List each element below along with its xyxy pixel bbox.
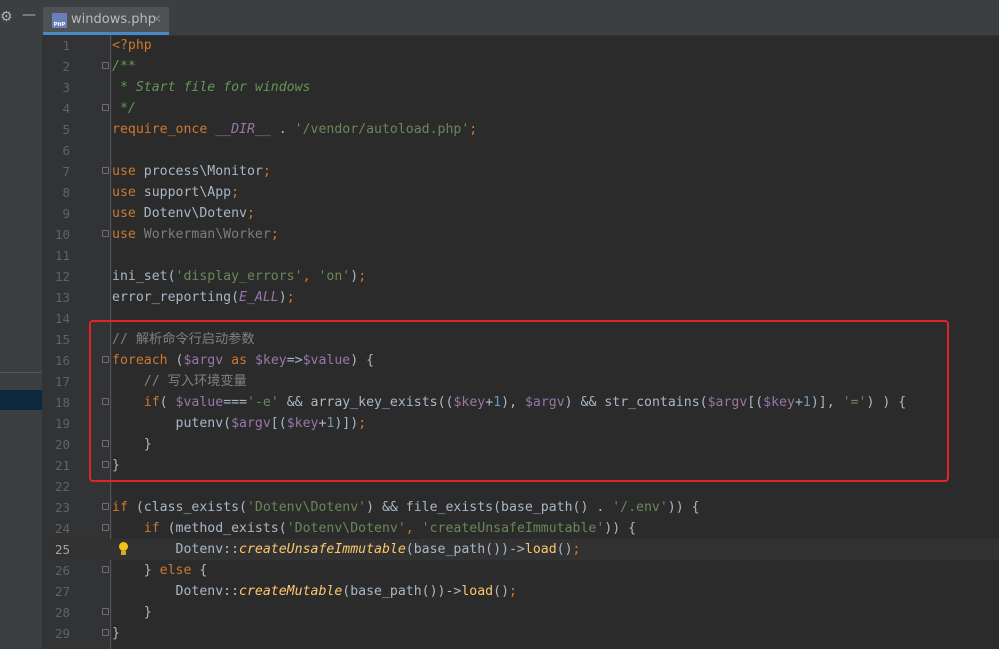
line-number: 6 <box>62 143 70 158</box>
line-number: 25 <box>54 542 70 557</box>
line-number: 27 <box>54 584 70 599</box>
code-line[interactable]: 26 } else { <box>42 560 999 581</box>
fold-marker-icon[interactable] <box>102 230 109 237</box>
gear-icon[interactable]: ⚙ <box>0 10 13 24</box>
line-number: 24 <box>54 521 70 536</box>
code-line[interactable]: 10 use Workerman\Worker; <box>42 224 999 245</box>
tab-windows-php[interactable]: windows.php ✕ <box>43 7 169 35</box>
line-number: 8 <box>62 185 70 200</box>
fold-marker-icon[interactable] <box>102 167 109 174</box>
line-number: 28 <box>54 605 70 620</box>
code-text: use process\Monitor; <box>112 164 271 179</box>
code-line[interactable]: 24 if (method_exists('Dotenv\Dotenv', 'c… <box>42 518 999 539</box>
line-number: 23 <box>54 500 70 515</box>
line-number: 2 <box>62 59 70 74</box>
code-line[interactable]: 27 Dotenv::createMutable(base_path())->l… <box>42 581 999 602</box>
code-text: } <box>112 626 120 641</box>
code-line[interactable]: 29} <box>42 623 999 644</box>
code-text: Dotenv::createMutable(base_path())->load… <box>112 584 517 599</box>
code-text: ini_set('display_errors', 'on'); <box>112 269 367 284</box>
line-number: 20 <box>54 437 70 452</box>
code-line[interactable]: 5 require_once __DIR__ . '/vendor/autoloa… <box>42 119 999 140</box>
line-number: 7 <box>62 164 70 179</box>
project-panel[interactable] <box>0 35 42 649</box>
line-number: 18 <box>54 395 70 410</box>
code-text: if (method_exists('Dotenv\Dotenv', 'crea… <box>143 521 637 536</box>
code-text: * Start file for windows <box>112 80 311 95</box>
line-number: 12 <box>54 269 70 284</box>
line-number: 11 <box>54 248 70 263</box>
fold-marker-icon[interactable] <box>102 503 109 510</box>
line-number: 13 <box>54 290 70 305</box>
line-number: 19 <box>54 416 70 431</box>
code-line[interactable]: 2 /** <box>42 56 999 77</box>
fold-marker-icon[interactable] <box>102 524 109 531</box>
tool-window-header: ⚙ — <box>0 0 42 35</box>
code-text: require_once __DIR__ . '/vendor/autoload… <box>112 122 478 137</box>
line-number: 21 <box>54 458 70 473</box>
code-text: */ <box>112 101 136 116</box>
code-line[interactable]: 8 use support\App; <box>42 182 999 203</box>
line-number: 29 <box>54 626 70 641</box>
line-number: 15 <box>54 332 70 347</box>
line-number: 9 <box>62 206 70 221</box>
line-number: 1 <box>62 38 70 53</box>
code-line[interactable]: 7 use process\Monitor; <box>42 161 999 182</box>
line-number: 26 <box>54 563 70 578</box>
code-text: } <box>112 605 152 620</box>
code-line[interactable]: 11 <box>42 245 999 266</box>
fold-marker-icon[interactable] <box>102 62 109 69</box>
code-line[interactable]: 12 ini_set('display_errors', 'on'); <box>42 266 999 287</box>
code-line[interactable]: 25 Dotenv::createUnsafeImmutable(base_pa… <box>42 539 999 560</box>
panel-divider <box>0 372 42 373</box>
code-line[interactable]: 1 <?php <box>42 35 999 56</box>
close-icon[interactable]: ✕ <box>152 12 162 26</box>
line-number: 14 <box>54 311 70 326</box>
code-text: /** <box>112 59 136 74</box>
code-text: use support\App; <box>112 185 240 200</box>
code-line[interactable]: 6 <box>42 140 999 161</box>
line-number: 4 <box>62 101 70 116</box>
line-number: 22 <box>54 479 70 494</box>
code-text: } else { <box>112 563 208 578</box>
fold-marker-icon[interactable] <box>102 566 109 573</box>
code-line[interactable]: 4 */ <box>42 98 999 119</box>
fold-marker-icon[interactable] <box>102 104 109 111</box>
code-text: use Workerman\Worker; <box>112 227 279 242</box>
code-text: error_reporting(E_ALL); <box>112 290 295 305</box>
code-text: if (class_exists('Dotenv\Dotenv') && fil… <box>112 500 700 515</box>
code-line[interactable]: 9 use Dotenv\Dotenv; <box>42 203 999 224</box>
fold-marker-icon[interactable] <box>102 608 109 615</box>
code-text: Dotenv::createUnsafeImmutable(base_path(… <box>112 542 581 557</box>
line-number: 3 <box>62 80 70 95</box>
code-line[interactable]: 23 if (class_exists('Dotenv\Dotenv') && f… <box>42 497 999 518</box>
line-number: 5 <box>62 122 70 137</box>
code-line[interactable]: 3 * Start file for windows <box>42 77 999 98</box>
fold-marker-icon[interactable] <box>102 629 109 636</box>
code-text: <?php <box>112 38 152 53</box>
line-number: 10 <box>54 227 70 242</box>
line-number: 17 <box>54 374 70 389</box>
line-number: 16 <box>54 353 70 368</box>
code-line[interactable]: 28 } <box>42 602 999 623</box>
selected-tree-item[interactable] <box>0 390 42 410</box>
php-file-icon <box>52 13 67 28</box>
minimize-icon[interactable]: — <box>22 8 36 22</box>
tab-label: windows.php <box>71 12 156 27</box>
code-line[interactable]: 13 error_reporting(E_ALL); <box>42 287 999 308</box>
code-text: use Dotenv\Dotenv; <box>112 206 255 221</box>
annotation-box <box>89 320 949 482</box>
